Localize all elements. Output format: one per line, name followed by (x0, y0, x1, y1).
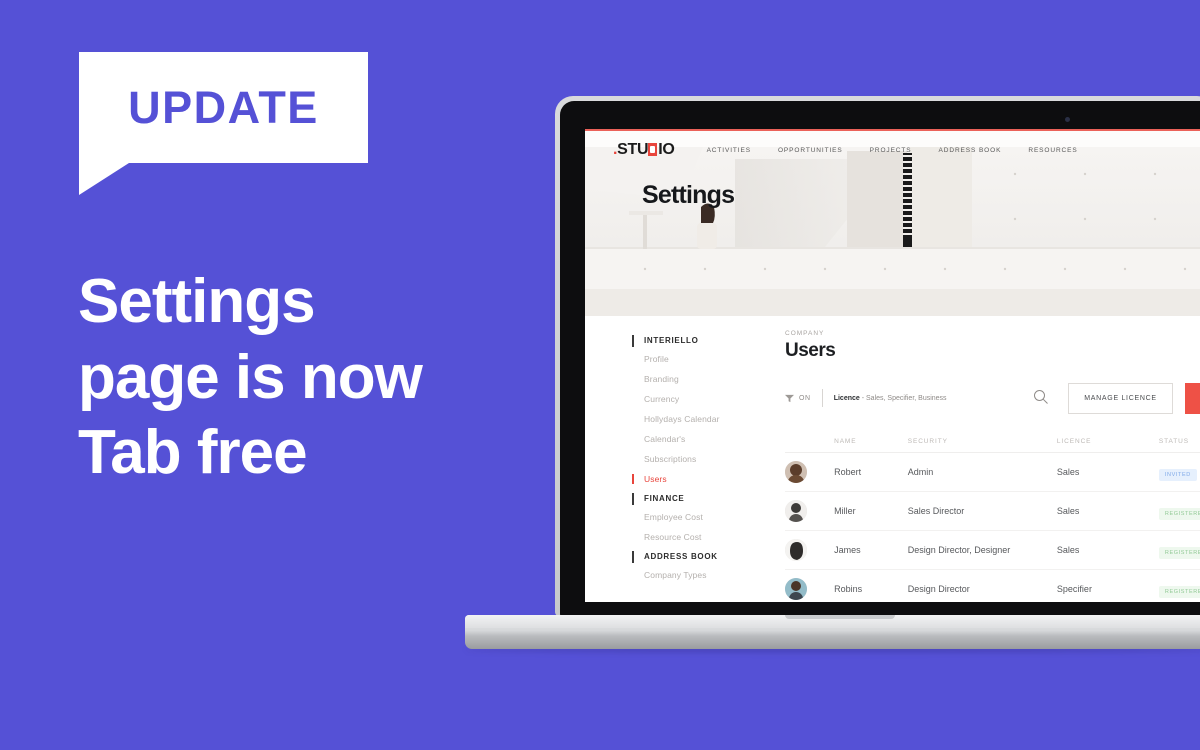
filter-chip-label: Licence (833, 394, 860, 402)
sidebar-heading-address-book: ADDRESS BOOK (632, 551, 772, 563)
sidebar-heading-finance: FINANCE (632, 493, 772, 505)
users-panel: COMPANY Users ON Licence - Sales, Specif… (785, 330, 1200, 602)
sidebar-group-interiello: INTERIELLO Profile Branding Currency Hol… (632, 335, 772, 484)
status-badge: REGISTERED (1158, 586, 1200, 598)
add-user-button[interactable] (1185, 383, 1200, 414)
filter-state-label: ON (799, 394, 811, 402)
status-badge: REGISTERED (1158, 508, 1200, 520)
panel-eyebrow: COMPANY (785, 330, 825, 337)
cell-name: Miller (834, 506, 856, 516)
nav-item-projects[interactable]: PROJECTS (870, 147, 912, 154)
table-row[interactable]: Miller Sales Director Sales REGISTERED (785, 492, 1200, 531)
cell-status: REGISTERED (1158, 580, 1200, 598)
cell-status: INVITED (1158, 463, 1200, 481)
logo-text-pre: STU (617, 141, 649, 158)
users-table: NAME SECURITY LICENCE STATUS Robert Admi… (785, 431, 1200, 602)
cell-security: Design Director (907, 584, 970, 594)
filter-chip[interactable]: Licence - Sales, Specifier, Business (834, 395, 947, 402)
row-avatar-cell (785, 578, 834, 600)
laptop-screen: . STU IO ACTIVITIES OPPORTUNITIES PROJECTS… (585, 129, 1200, 602)
table-row[interactable]: James Design Director, Designer Sales RE… (785, 531, 1200, 570)
table-row[interactable]: Robert Admin Sales INVITED (785, 453, 1200, 492)
hero-banner: . STU IO ACTIVITIES OPPORTUNITIES PROJECTS… (585, 129, 1200, 316)
studio-logo[interactable]: . STU IO (613, 141, 675, 159)
speech-bubble-tail (79, 163, 129, 195)
avatar (785, 500, 807, 522)
sidebar-item-employee-cost[interactable]: Employee Cost (632, 512, 772, 522)
nav-links: ACTIVITIES OPPORTUNITIES PROJECTS ADDRES… (707, 147, 1078, 154)
cell-security: Sales Director (907, 506, 965, 516)
sidebar-item-currency[interactable]: Currency (632, 394, 772, 404)
settings-sidebar: INTERIELLO Profile Branding Currency Hol… (632, 335, 772, 590)
sidebar-item-profile[interactable]: Profile (632, 354, 772, 364)
laptop-mockup: . STU IO ACTIVITIES OPPORTUNITIES PROJECTS… (455, 96, 1200, 666)
cell-name: Robert (834, 467, 862, 477)
app-body: INTERIELLO Profile Branding Currency Hol… (585, 316, 1200, 602)
cell-status: REGISTERED (1158, 541, 1200, 559)
studio-app: . STU IO ACTIVITIES OPPORTUNITIES PROJECTS… (585, 129, 1200, 602)
row-avatar-cell (785, 461, 834, 483)
filter-chip-value: - Sales, Specifier, Business (861, 394, 947, 402)
webcam-icon (1065, 117, 1070, 122)
sidebar-item-resource-cost[interactable]: Resource Cost (632, 532, 772, 542)
cell-licence: Specifier (1056, 584, 1092, 594)
sidebar-item-calendars[interactable]: Calendar's (632, 434, 772, 444)
sidebar-heading-interiello: INTERIELLO (632, 335, 772, 347)
avatar-photo-james (785, 539, 807, 561)
row-avatar-cell (785, 500, 834, 522)
cell-licence: Sales (1056, 467, 1080, 477)
column-header-security: SECURITY (907, 438, 948, 445)
nav-item-address-book[interactable]: ADDRESS BOOK (939, 147, 1002, 154)
cell-security: Design Director, Designer (907, 545, 1011, 555)
cell-name: Robins (834, 584, 863, 594)
filter-icon (785, 394, 794, 402)
sidebar-group-finance: FINANCE Employee Cost Resource Cost (632, 493, 772, 542)
avatar-photo-miller (785, 500, 807, 522)
sidebar-item-branding[interactable]: Branding (632, 374, 772, 384)
avatar-photo-robins (785, 578, 807, 600)
filter-toggle[interactable]: ON (785, 394, 811, 403)
manage-licence-button[interactable]: MANAGE LICENCE (1068, 383, 1173, 414)
cell-licence: Sales (1056, 506, 1080, 516)
nav-item-resources[interactable]: RESOURCES (1028, 147, 1077, 154)
cell-name: James (834, 545, 861, 555)
avatar (785, 461, 807, 483)
panel-title: Users (785, 340, 836, 361)
column-header-licence: LICENCE (1056, 438, 1092, 445)
logo-text-post: IO (658, 141, 675, 158)
table-header-row: NAME SECURITY LICENCE STATUS (785, 431, 1200, 453)
users-toolbar: ON Licence - Sales, Specifier, Business (785, 383, 1200, 414)
top-navigation: . STU IO ACTIVITIES OPPORTUNITIES PROJECTS… (585, 131, 1200, 169)
avatar-photo-robert (785, 461, 807, 483)
sidebar-item-users[interactable]: Users (632, 474, 772, 484)
sidebar-item-hollydays-calendar[interactable]: Hollydays Calendar (632, 414, 772, 424)
cell-status: REGISTERED (1158, 502, 1200, 520)
cell-security: Admin (907, 467, 934, 477)
update-badge-bubble: UPDATE (79, 52, 368, 163)
avatar (785, 578, 807, 600)
status-badge: REGISTERED (1158, 547, 1200, 559)
sidebar-item-subscriptions[interactable]: Subscriptions (632, 454, 772, 464)
hero-page-title: Settings (642, 181, 735, 209)
search-icon[interactable] (1033, 389, 1049, 405)
nav-item-activities[interactable]: ACTIVITIES (707, 147, 751, 154)
laptop-bezel: . STU IO ACTIVITIES OPPORTUNITIES PROJECTS… (560, 101, 1200, 616)
avatar (785, 539, 807, 561)
update-badge-label: UPDATE (128, 82, 319, 133)
nav-item-opportunities[interactable]: OPPORTUNITIES (778, 147, 843, 154)
laptop-base-notch (785, 615, 895, 619)
table-row[interactable]: Robins Design Director Specifier REGISTE… (785, 570, 1200, 602)
sidebar-group-address-book: ADDRESS BOOK Company Types (632, 551, 772, 580)
status-badge: INVITED (1158, 469, 1197, 481)
column-header-name: NAME (834, 438, 857, 445)
laptop-lid: . STU IO ACTIVITIES OPPORTUNITIES PROJECTS… (555, 96, 1200, 616)
toolbar-divider (821, 389, 823, 407)
row-avatar-cell (785, 539, 834, 561)
sidebar-item-company-types[interactable]: Company Types (632, 570, 772, 580)
column-header-status: STATUS (1158, 438, 1189, 445)
cell-licence: Sales (1056, 545, 1080, 555)
